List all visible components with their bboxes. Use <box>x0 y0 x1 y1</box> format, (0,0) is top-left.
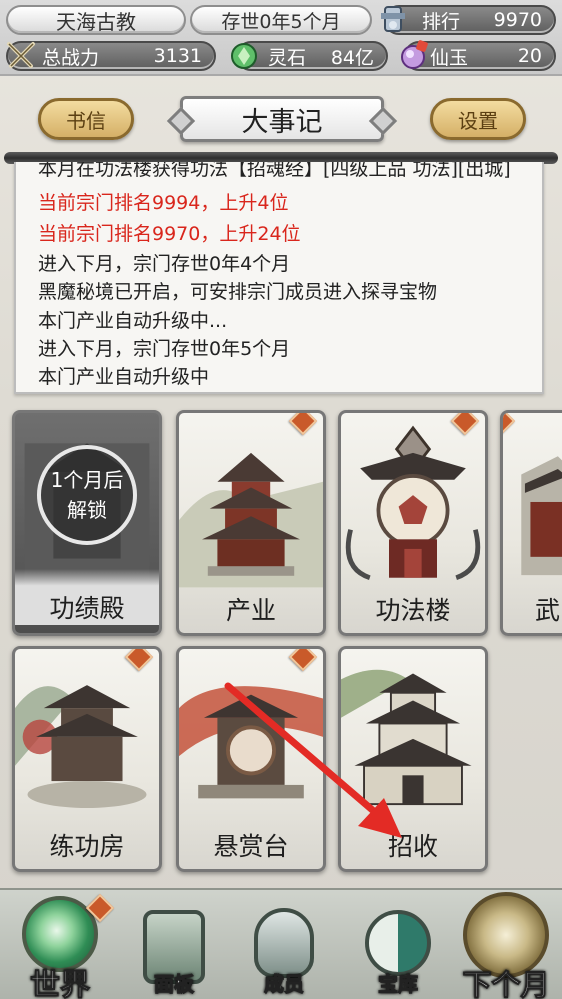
building-card-bounty-board[interactable]: 悬赏台 <box>176 646 326 872</box>
building-name: 练功房 <box>49 832 125 861</box>
building-card-merit-hall[interactable]: 1个月后 解锁 功绩殿 <box>12 410 162 636</box>
sect-name-plate[interactable]: 天海古教 <box>6 5 186 35</box>
nav-treasury[interactable]: 宝库 <box>348 890 448 999</box>
building-name: 武 <box>535 596 561 625</box>
building-name: 功绩殿 <box>15 569 159 625</box>
building-name: 产业 <box>225 596 276 625</box>
building-card-martial[interactable]: 武 <box>500 410 562 636</box>
treasury-icon <box>365 910 431 976</box>
log-line: 当前宗门排名9994，上升4位 <box>38 192 289 214</box>
log-line: 进入下月，宗门存世0年5个月 <box>38 338 291 360</box>
page-title: 大事记 <box>180 96 384 142</box>
sect-age-plate: 存世0年5个月 <box>190 5 372 35</box>
building-name: 招收 <box>387 832 438 861</box>
lock-overlay: 1个月后 解锁 <box>37 445 137 545</box>
sect-name: 天海古教 <box>56 9 136 34</box>
jade-value: 20 <box>517 45 542 67</box>
spirit-stone-label: 灵石 <box>268 46 307 69</box>
sect-age: 存世0年5个月 <box>221 10 341 33</box>
log-line: 黑魔秘境已开启，可安排宗门成员进入探寻宝物 <box>38 281 438 303</box>
nav-members[interactable]: 成员 <box>234 890 334 999</box>
jade-label: 仙玉 <box>430 46 469 69</box>
power-label: 总战力 <box>42 46 100 69</box>
log-line: 本月在功法楼获得功法【招魂经】[四级上品 功法][出城] <box>38 162 511 180</box>
page-title-text: 大事记 <box>241 106 323 138</box>
unlock-label: 解锁 <box>66 498 107 522</box>
nav-panel[interactable]: 面板 <box>124 890 224 999</box>
bottom-nav: 世界 面板 成员 宝库 下个月 <box>0 888 562 999</box>
nav-label: 面板 <box>154 972 195 997</box>
power-value: 3131 <box>153 45 202 67</box>
nav-world[interactable]: 世界 <box>6 890 115 999</box>
nav-next-month[interactable]: 下个月 <box>452 890 560 999</box>
event-log[interactable]: 本月在功法楼获得功法【招魂经】[四级上品 功法][出城] 当前宗门排名9994，… <box>14 162 544 394</box>
building-name: 功法楼 <box>375 596 451 625</box>
building-card-industry[interactable]: 产业 <box>176 410 326 636</box>
log-line: 当前宗门排名9970，上升24位 <box>38 223 301 245</box>
settings-button[interactable]: 设置 <box>430 98 526 140</box>
nav-label: 下个月 <box>462 968 550 999</box>
spirit-stone-icon <box>228 39 260 73</box>
building-name: 悬赏台 <box>213 832 289 861</box>
log-line: 本门产业自动升级中 <box>38 366 210 388</box>
nav-label: 世界 <box>30 968 91 999</box>
building-card-training-room[interactable]: 练功房 <box>12 646 162 872</box>
crossed-swords-icon <box>4 38 38 74</box>
log-line: 进入下月，宗门存世0年4个月 <box>38 253 291 275</box>
letters-button[interactable]: 书信 <box>38 98 134 140</box>
unlock-timer: 1个月后 <box>50 468 124 492</box>
rank-icon <box>376 2 410 38</box>
letters-label: 书信 <box>66 108 106 133</box>
building-card-recruit[interactable]: 招收 <box>338 646 488 872</box>
settings-label: 设置 <box>458 108 498 133</box>
building-card-technique-tower[interactable]: 功法楼 <box>338 410 488 636</box>
nav-label: 宝库 <box>378 972 419 997</box>
jade-icon <box>396 37 430 73</box>
rank-value: 9970 <box>493 9 542 31</box>
nav-label: 成员 <box>264 972 305 997</box>
top-status-bar: 天海古教 存世0年5个月 排行 9970 总战力 3131 灵石 84亿 仙玉 … <box>0 0 562 76</box>
rank-label: 排行 <box>422 10 461 33</box>
log-line: 本门产业自动升级中... <box>38 310 228 332</box>
spirit-stone-value: 84亿 <box>330 46 374 69</box>
